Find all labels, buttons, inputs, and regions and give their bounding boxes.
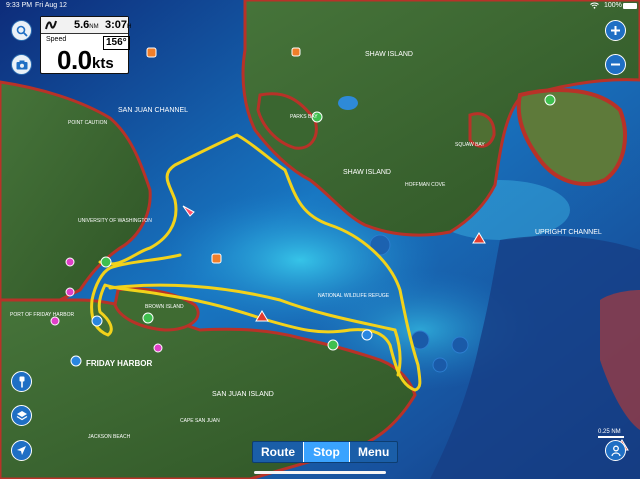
map-label-san-juan-channel: SAN JUAN CHANNEL: [118, 107, 188, 114]
location-button[interactable]: [11, 440, 32, 461]
zoom-in-button[interactable]: [605, 20, 626, 41]
battery-icon: [623, 3, 637, 9]
map-label-shaw-island: SHAW ISLAND: [365, 51, 413, 58]
map-label-point-caution: POINT CAUTION: [68, 120, 107, 126]
poi-marker[interactable]: [65, 257, 75, 267]
layers-button[interactable]: [11, 405, 32, 426]
marina-marker[interactable]: [146, 47, 157, 58]
map-label-squaw-bay: SQUAW BAY: [455, 142, 485, 148]
info-marker[interactable]: [361, 329, 373, 341]
minus-icon: [611, 63, 620, 66]
map-label-parks-bay: PARKS BAY: [290, 114, 318, 120]
shoal-marker: [432, 357, 448, 373]
marina-marker[interactable]: [211, 253, 222, 264]
speed-value: 0.0: [57, 45, 92, 75]
map-label-shaw-island-mid: SHAW ISLAND: [343, 169, 391, 176]
distance-readout: 5.6NM: [74, 19, 99, 31]
layers-icon: [16, 410, 27, 420]
anchorage-marker[interactable]: [100, 256, 112, 268]
heading-readout: 156°: [103, 36, 130, 50]
anchorage-marker[interactable]: [142, 312, 154, 324]
menu-button[interactable]: Menu: [350, 442, 397, 462]
wifi-icon: [590, 2, 599, 11]
shoal-marker: [451, 336, 469, 354]
zoom-out-button[interactable]: [605, 54, 626, 75]
user-icon: [610, 445, 621, 456]
poi-marker[interactable]: [153, 343, 163, 353]
instrument-header: 5.6NM 3:07H: [41, 17, 132, 34]
map-label-san-juan-island: SAN JUAN ISLAND: [212, 391, 274, 398]
camera-button[interactable]: [11, 54, 32, 75]
map-scale: 0.25 NM: [598, 429, 624, 438]
info-marker[interactable]: [91, 315, 103, 327]
map-label-hoffman-cove: HOFFMAN COVE: [405, 182, 446, 188]
anchorage-marker[interactable]: [327, 339, 339, 351]
map-label-refuge: NATIONAL WILDLIFE REFUGE: [318, 293, 390, 299]
time-readout: 3:07H: [105, 19, 132, 31]
status-date: Fri Aug 12: [35, 2, 67, 9]
battery-percent: 100%: [604, 2, 622, 9]
scale-label: 0.25 NM: [598, 429, 621, 435]
plus-icon: [611, 26, 620, 35]
map-label-brown-island: BROWN ISLAND: [145, 304, 184, 310]
anchorage-marker[interactable]: [544, 94, 556, 106]
marina-marker[interactable]: [291, 47, 301, 57]
search-icon: [16, 25, 28, 37]
pin-button[interactable]: [11, 371, 32, 392]
map-label-university: UNIVERSITY OF WASHINGTON: [78, 218, 152, 224]
speed-unit: kts: [92, 55, 114, 72]
stop-button[interactable]: Stop: [303, 442, 350, 462]
map-label-upright-channel: UPRIGHT CHANNEL: [535, 229, 602, 236]
map-label-jackson-beach: JACKSON BEACH: [88, 434, 131, 440]
status-time: 9:33 PM: [6, 2, 33, 9]
lake: [338, 96, 358, 110]
map-label-port: PORT OF FRIDAY HARBOR: [10, 312, 74, 318]
camera-icon: [16, 60, 27, 69]
speed-label: Speed: [46, 36, 67, 43]
search-button[interactable]: [11, 20, 32, 41]
map-label-friday-harbor: FRIDAY HARBOR: [86, 359, 152, 368]
scale-bar: [598, 436, 624, 438]
status-bar: 9:33 PM Fri Aug 12 100%: [0, 0, 640, 12]
poi-marker[interactable]: [65, 287, 75, 297]
home-indicator[interactable]: [254, 471, 386, 474]
route-button[interactable]: Route: [253, 442, 303, 462]
info-marker[interactable]: [70, 355, 82, 367]
navigation-arrow-icon: [17, 446, 26, 455]
poi-marker[interactable]: [50, 316, 60, 326]
map-label-cape-san-juan: CAPE SAN JUAN: [180, 418, 220, 424]
account-button[interactable]: [605, 440, 626, 461]
instrument-panel[interactable]: 5.6NM 3:07H Speed 156° 0.0 kts: [40, 16, 132, 75]
pin-icon: [19, 376, 24, 387]
bottom-toolbar: Route Stop Menu: [252, 441, 399, 463]
navionics-logo-icon: [45, 20, 57, 30]
